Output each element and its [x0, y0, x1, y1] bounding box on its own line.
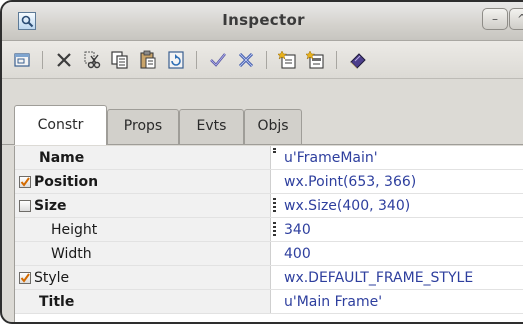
property-value-cell[interactable]: u'Main Frame'	[272, 290, 523, 313]
toolbar-separator	[336, 51, 337, 69]
title-bar[interactable]: Inspector – ^	[2, 2, 523, 41]
property-row[interactable]: Size wx.Size(400, 340)	[15, 194, 523, 218]
new-item-2-icon[interactable]	[304, 50, 326, 70]
toolbar-separator	[196, 51, 197, 69]
property-value: wx.DEFAULT_FRAME_STYLE	[284, 270, 474, 286]
tab-bar: Constr Props Evts Objs	[2, 79, 523, 145]
copy-icon[interactable]	[110, 50, 130, 70]
property-value: 400	[284, 246, 311, 262]
property-name-cell: Style	[15, 266, 271, 289]
paste-icon[interactable]	[138, 50, 158, 70]
property-name-cell: Width	[15, 242, 271, 265]
property-name-cell: Size	[15, 194, 271, 217]
book-icon[interactable]	[348, 50, 368, 70]
tab-objs[interactable]: Objs	[244, 109, 302, 144]
property-value: 340	[284, 222, 311, 238]
property-value: u'FrameMain'	[284, 150, 378, 166]
property-value-cell[interactable]: 340	[272, 218, 523, 241]
property-name: Position	[34, 174, 99, 190]
property-name-cell: Height	[15, 218, 271, 241]
property-name: Width	[51, 246, 92, 262]
checkbox-checked-icon[interactable]	[19, 272, 31, 284]
new-object-icon[interactable]	[12, 50, 32, 70]
property-name-cell: Name	[15, 146, 271, 169]
minimize-button[interactable]: –	[482, 8, 508, 30]
maximize-button[interactable]: ^	[509, 8, 523, 30]
property-name: Style	[34, 270, 70, 286]
property-row[interactable]: Name u'FrameMain'	[15, 146, 523, 170]
property-value-cell[interactable]: wx.Size(400, 340)	[272, 194, 523, 217]
property-name: Name	[39, 150, 85, 166]
property-row[interactable]: Height 340	[15, 218, 523, 242]
property-row[interactable]: Width 400	[15, 242, 523, 266]
apply-check-icon[interactable]	[208, 50, 228, 70]
cut-icon[interactable]	[82, 50, 102, 70]
splitter-grip-icon[interactable]	[273, 221, 277, 237]
checkbox-unchecked-icon[interactable]	[19, 200, 31, 212]
property-row[interactable]: Title u'Main Frame'	[15, 290, 523, 314]
property-value-cell[interactable]: u'FrameMain'	[272, 146, 523, 169]
cancel-icon[interactable]	[236, 50, 256, 70]
window-title: Inspector	[222, 11, 305, 29]
property-name-cell: Position	[15, 170, 271, 193]
property-name: Size	[34, 198, 67, 214]
property-name-cell: Title	[15, 290, 271, 313]
checkbox-checked-icon[interactable]	[19, 176, 31, 188]
tab-evts[interactable]: Evts	[179, 109, 244, 144]
property-value: wx.Size(400, 340)	[284, 198, 411, 214]
property-value: wx.Point(653, 366)	[284, 174, 417, 190]
new-item-icon[interactable]	[276, 50, 298, 70]
tab-props[interactable]: Props	[107, 109, 179, 144]
splitter-grip-icon[interactable]	[273, 197, 277, 213]
toolbar	[2, 41, 523, 79]
splitter-grip-icon[interactable]	[273, 144, 277, 160]
property-value-cell[interactable]: wx.DEFAULT_FRAME_STYLE	[272, 266, 523, 289]
property-row[interactable]: Position wx.Point(653, 366)	[15, 170, 523, 194]
toolbar-separator	[266, 51, 267, 69]
property-name: Height	[51, 222, 98, 238]
property-name: Title	[39, 294, 75, 310]
property-row[interactable]: Style wx.DEFAULT_FRAME_STYLE	[15, 266, 523, 290]
delete-icon[interactable]	[54, 50, 74, 70]
tab-constr[interactable]: Constr	[14, 105, 107, 145]
inspector-window: Inspector – ^	[0, 0, 523, 324]
property-value-cell[interactable]: 400	[272, 242, 523, 265]
toolbar-separator	[42, 51, 43, 69]
property-value-cell[interactable]: wx.Point(653, 366)	[272, 170, 523, 193]
property-value: u'Main Frame'	[284, 294, 383, 310]
property-grid: Name u'FrameMain' Position wx.Point(653,…	[14, 146, 523, 322]
refresh-icon[interactable]	[166, 50, 186, 70]
